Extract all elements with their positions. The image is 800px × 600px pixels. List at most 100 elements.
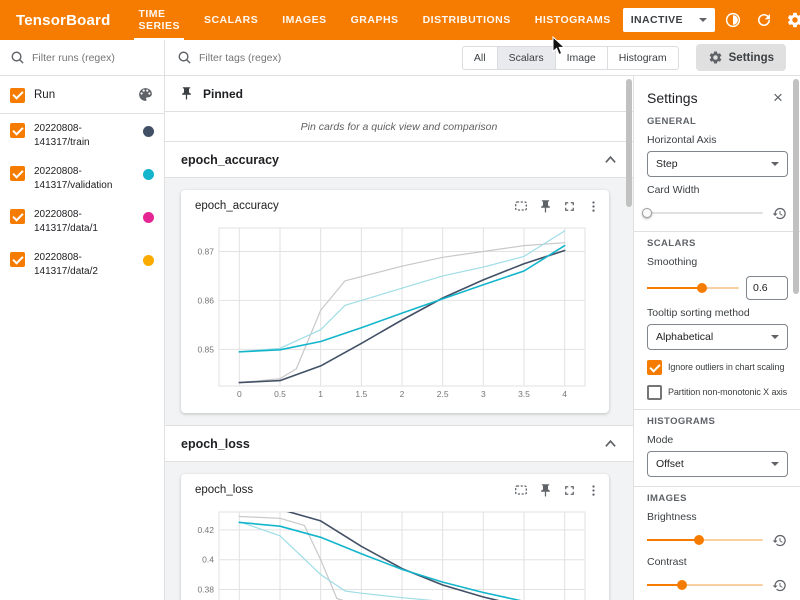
epoch-accuracy-chart[interactable]: 00.511.522.533.540.850.860.87 xyxy=(183,222,597,404)
horizontal-axis-label: Horizontal Axis xyxy=(647,134,788,146)
pin-card-button[interactable] xyxy=(533,478,557,502)
tab-time-series[interactable]: TIME SERIES xyxy=(126,0,192,40)
tags-toolbar: All Scalars Image Histogram Settings xyxy=(165,40,800,75)
filter-all-button[interactable]: All xyxy=(462,46,498,70)
svg-text:0.38: 0.38 xyxy=(197,585,214,595)
main-scrollbar-thumb[interactable] xyxy=(626,79,632,207)
run-checkbox[interactable] xyxy=(10,252,25,267)
section-header-epoch-loss[interactable]: epoch_loss xyxy=(165,426,633,462)
svg-text:2.5: 2.5 xyxy=(437,389,449,399)
card-epoch-accuracy: epoch_accuracy xyxy=(181,190,609,413)
section-body-epoch-loss: epoch_loss xyxy=(165,462,633,600)
histogram-mode-select[interactable]: Offset xyxy=(647,451,788,477)
tab-histograms[interactable]: HISTOGRAMS xyxy=(523,0,623,40)
restore-icon xyxy=(772,578,787,593)
more-options-button[interactable] xyxy=(581,478,605,502)
horizontal-axis-select[interactable]: Step xyxy=(647,151,788,177)
filter-scalars-button[interactable]: Scalars xyxy=(498,46,556,70)
ignore-outliers-row[interactable]: Ignore outliers in chart scaling xyxy=(647,359,788,375)
kebab-menu-icon xyxy=(586,199,601,214)
refresh-button[interactable] xyxy=(751,7,777,33)
pinned-label: Pinned xyxy=(203,87,243,101)
brightness-slider[interactable] xyxy=(647,533,763,547)
run-row-train[interactable]: 20220808-141317/train xyxy=(0,114,164,157)
run-row-validation[interactable]: 20220808-141317/validation xyxy=(0,157,164,200)
tab-distributions[interactable]: DISTRIBUTIONS xyxy=(411,0,523,40)
settings-gear-button[interactable] xyxy=(782,7,800,33)
tag-type-filter-group: All Scalars Image Histogram xyxy=(462,46,679,70)
fullscreen-icon xyxy=(562,199,577,214)
brightness-row xyxy=(647,531,788,549)
run-name: 20220808-141317/data/1 xyxy=(34,208,134,235)
partition-x-axis-checkbox[interactable] xyxy=(647,385,662,400)
more-options-button[interactable] xyxy=(581,194,605,218)
tab-scalars[interactable]: SCALARS xyxy=(192,0,270,40)
card-width-reset-button[interactable] xyxy=(770,204,788,222)
histogram-mode-label: Mode xyxy=(647,434,788,446)
filter-image-button[interactable]: Image xyxy=(556,46,608,70)
tensorboard-app: TensorBoard TIME SERIES SCALARS IMAGES G… xyxy=(0,0,800,600)
theme-contrast-button[interactable] xyxy=(720,7,746,33)
smoothing-value-input[interactable] xyxy=(746,276,788,300)
tooltip-sorting-select[interactable]: Alphabetical xyxy=(647,324,788,350)
epoch-loss-chart[interactable]: 00.511.522.533.540.360.380.40.42 xyxy=(183,506,597,600)
contrast-reset-button[interactable] xyxy=(770,576,788,594)
filter-histogram-button[interactable]: Histogram xyxy=(608,46,679,70)
pin-card-button[interactable] xyxy=(533,194,557,218)
close-icon[interactable] xyxy=(768,88,788,108)
divider xyxy=(634,231,800,232)
card-title: epoch_loss xyxy=(195,484,509,496)
card-width-slider[interactable] xyxy=(647,206,763,220)
filter-runs-input[interactable] xyxy=(32,52,154,64)
pin-icon xyxy=(538,483,553,498)
card-actions xyxy=(509,478,605,502)
settings-panel: Settings GENERAL Horizontal Axis Step Ca… xyxy=(633,76,800,600)
runs-filter-box xyxy=(0,40,165,75)
chevron-up-icon[interactable] xyxy=(604,155,617,164)
run-color-dot xyxy=(143,255,154,266)
run-checkbox[interactable] xyxy=(10,123,25,138)
run-checkbox[interactable] xyxy=(10,209,25,224)
section-header-epoch-accuracy[interactable]: epoch_accuracy xyxy=(165,142,633,178)
run-checkbox[interactable] xyxy=(10,166,25,181)
fit-to-domain-button[interactable] xyxy=(509,478,533,502)
svg-text:0.87: 0.87 xyxy=(197,246,214,256)
gear-icon xyxy=(708,50,723,65)
contrast-slider[interactable] xyxy=(647,578,763,592)
palette-icon[interactable] xyxy=(137,86,154,103)
select-all-runs-checkbox[interactable] xyxy=(10,88,25,103)
ignore-outliers-checkbox[interactable] xyxy=(647,360,662,375)
fit-to-domain-button[interactable] xyxy=(509,194,533,218)
smoothing-label: Smoothing xyxy=(647,256,788,268)
filter-tags-input[interactable] xyxy=(199,52,455,64)
reload-status-select[interactable]: INACTIVE xyxy=(623,8,715,32)
settings-panel-header: Settings xyxy=(647,86,788,110)
pinned-empty-hint: Pin cards for a quick view and compariso… xyxy=(165,112,633,142)
partition-x-axis-row[interactable]: Partition non-monotonic X axis xyxy=(647,384,788,400)
tooltip-sorting-label: Tooltip sorting method xyxy=(647,307,788,319)
fullscreen-button[interactable] xyxy=(557,478,581,502)
panel-scrollbar-thumb[interactable] xyxy=(793,79,799,294)
runs-sidebar: Run 20220808-141317/train 20220808-14131… xyxy=(0,76,165,600)
fit-to-domain-icon xyxy=(513,482,529,498)
divider xyxy=(634,486,800,487)
svg-text:0.86: 0.86 xyxy=(197,295,214,305)
svg-text:1: 1 xyxy=(318,389,323,399)
card-actions xyxy=(509,194,605,218)
tab-images[interactable]: IMAGES xyxy=(270,0,338,40)
smoothing-slider[interactable] xyxy=(647,281,739,295)
run-row-data-2[interactable]: 20220808-141317/data/2 xyxy=(0,243,164,286)
scalars-section-label: SCALARS xyxy=(647,238,788,249)
brightness-reset-button[interactable] xyxy=(770,531,788,549)
content-area: Run 20220808-141317/train 20220808-14131… xyxy=(0,76,800,600)
fullscreen-button[interactable] xyxy=(557,194,581,218)
histograms-section-label: HISTOGRAMS xyxy=(647,416,788,427)
tab-graphs[interactable]: GRAPHS xyxy=(339,0,411,40)
chevron-up-icon[interactable] xyxy=(604,439,617,448)
open-settings-button[interactable]: Settings xyxy=(696,44,786,71)
chevron-down-icon xyxy=(771,462,779,466)
svg-text:0.4: 0.4 xyxy=(202,555,214,565)
run-row-data-1[interactable]: 20220808-141317/data/1 xyxy=(0,200,164,243)
kebab-menu-icon xyxy=(586,483,601,498)
card-header: epoch_loss xyxy=(181,474,609,506)
